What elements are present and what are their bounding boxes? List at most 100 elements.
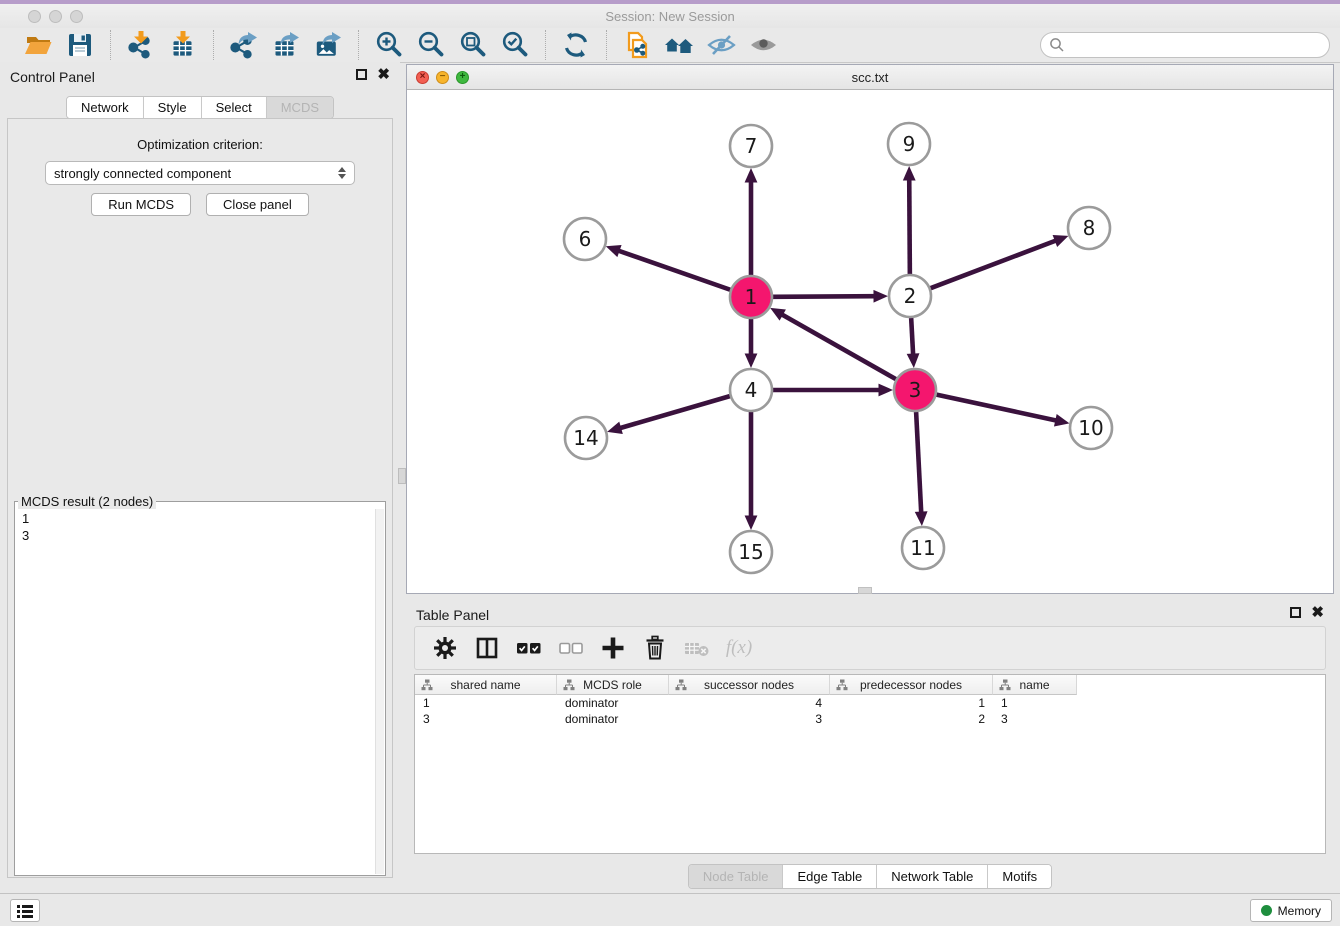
zoom-fit-button[interactable] xyxy=(452,29,494,61)
first-neighbors-icon xyxy=(664,30,694,60)
delete-columns-icon xyxy=(640,633,670,663)
tab-network[interactable]: Network xyxy=(67,97,144,118)
show-all-columns-button[interactable] xyxy=(511,630,547,666)
search-container xyxy=(1040,32,1330,58)
refresh-layout-button[interactable] xyxy=(555,29,597,61)
open-file-button[interactable] xyxy=(17,29,59,61)
export-image-button[interactable] xyxy=(307,29,349,61)
zoom-out-icon xyxy=(416,30,446,60)
vertical-splitter-handle[interactable] xyxy=(398,468,406,484)
float-table-panel-icon[interactable] xyxy=(1290,607,1301,618)
graph-node-label-3: 3 xyxy=(909,378,922,402)
edge-arrowhead-icon xyxy=(915,511,928,526)
network-window-titlebar: × − + scc.txt xyxy=(407,65,1333,90)
toolbar-group xyxy=(214,30,359,60)
create-column-button[interactable] xyxy=(595,630,631,666)
export-table-button[interactable] xyxy=(265,29,307,61)
table-cell: 1 xyxy=(415,695,557,711)
column-header-label: name xyxy=(1019,678,1049,692)
export-network-button[interactable] xyxy=(223,29,265,61)
show-all-icon xyxy=(748,30,778,60)
criterion-value: strongly connected component xyxy=(54,166,231,181)
mcds-result-node: 3 xyxy=(22,527,385,544)
import-network-button[interactable] xyxy=(120,29,162,61)
graph-node-label-11: 11 xyxy=(910,536,935,560)
memory-button[interactable]: Memory xyxy=(1250,899,1332,922)
graph-edge-2-3[interactable] xyxy=(911,318,913,356)
show-all-columns-icon xyxy=(514,633,544,663)
edge-arrowhead-icon xyxy=(606,245,622,257)
graph-node-label-7: 7 xyxy=(745,134,758,158)
hide-selected-button[interactable] xyxy=(700,29,742,61)
tab-node-table[interactable]: Node Table xyxy=(689,865,784,888)
tab-mcds[interactable]: MCDS xyxy=(267,97,333,118)
task-history-button[interactable] xyxy=(10,899,40,922)
tab-style[interactable]: Style xyxy=(144,97,202,118)
close-table-panel-icon[interactable]: ✖ xyxy=(1311,607,1324,618)
column-layout-button[interactable] xyxy=(469,630,505,666)
graph-edge-1-6[interactable] xyxy=(618,250,731,289)
edge-arrowhead-icon xyxy=(745,354,758,369)
run-mcds-button[interactable]: Run MCDS xyxy=(91,193,191,216)
save-session-button[interactable] xyxy=(59,29,101,61)
column-header-shared-name[interactable]: shared name xyxy=(415,675,557,695)
zoom-fit-icon xyxy=(458,30,488,60)
graph-node-label-8: 8 xyxy=(1083,216,1096,240)
hide-selected-icon xyxy=(706,30,736,60)
zoom-selected-button[interactable] xyxy=(494,29,536,61)
search-input[interactable] xyxy=(1040,32,1330,58)
close-panel-icon[interactable]: ✖ xyxy=(377,69,390,80)
graph-edge-2-8[interactable] xyxy=(931,240,1057,288)
tab-network-table[interactable]: Network Table xyxy=(877,865,988,888)
graph-edge-3-11[interactable] xyxy=(916,412,921,514)
edge-arrowhead-icon xyxy=(907,353,920,368)
table-row[interactable]: 1dominator411 xyxy=(415,695,1325,711)
column-header-predecessor-nodes[interactable]: predecessor nodes xyxy=(830,675,993,695)
tab-edge-table[interactable]: Edge Table xyxy=(783,865,877,888)
edge-arrowhead-icon xyxy=(1053,235,1069,247)
horizontal-splitter-handle[interactable] xyxy=(858,587,872,594)
control-panel-title: Control Panel xyxy=(10,69,95,85)
zoom-out-button[interactable] xyxy=(410,29,452,61)
tab-select[interactable]: Select xyxy=(202,97,267,118)
mcds-tab-content: Optimization criterion: strongly connect… xyxy=(7,118,393,878)
table-cell: 1 xyxy=(993,695,1077,711)
node-table: shared nameMCDS rolesuccessor nodes prede… xyxy=(414,674,1326,854)
zoom-in-button[interactable] xyxy=(368,29,410,61)
edge-arrowhead-icon xyxy=(745,168,758,183)
table-cell: dominator xyxy=(557,695,669,711)
graph-edge-3-10[interactable] xyxy=(937,395,1058,421)
clone-network-button[interactable] xyxy=(616,29,658,61)
column-header-label: predecessor nodes xyxy=(860,678,962,692)
first-neighbors-button[interactable] xyxy=(658,29,700,61)
graph-edge-2-9[interactable] xyxy=(909,178,910,274)
main-toolbar xyxy=(0,28,1340,63)
column-header-name[interactable]: name xyxy=(993,675,1077,695)
network-canvas[interactable]: 7968124314101511 xyxy=(407,90,1333,593)
column-type-icon xyxy=(836,679,848,691)
column-header-successor-nodes[interactable]: successor nodes xyxy=(669,675,830,695)
table-toolbar: f(x) xyxy=(414,626,1326,670)
task-list-icon xyxy=(16,903,34,919)
criterion-dropdown[interactable]: strongly connected component xyxy=(45,161,355,185)
table-row[interactable]: 3dominator323 xyxy=(415,711,1325,727)
toolbar-groups xyxy=(8,30,793,60)
show-all-button[interactable] xyxy=(742,29,784,61)
column-header-MCDS-role[interactable]: MCDS role xyxy=(557,675,669,695)
tab-motifs[interactable]: Motifs xyxy=(988,865,1051,888)
result-scrollbar[interactable] xyxy=(375,509,384,874)
column-type-icon xyxy=(999,679,1011,691)
import-table-button[interactable] xyxy=(162,29,204,61)
delete-columns-button[interactable] xyxy=(637,630,673,666)
graph-edge-1-2[interactable] xyxy=(773,296,876,297)
table-body: 1dominator4113dominator323 xyxy=(415,695,1325,727)
graph-edge-3-1[interactable] xyxy=(781,314,896,379)
close-panel-button[interactable]: Close panel xyxy=(206,193,309,216)
hide-all-columns-button[interactable] xyxy=(553,630,589,666)
main-titlebar: Session: New Session xyxy=(0,4,1340,28)
table-settings-button[interactable] xyxy=(427,630,463,666)
export-table-icon xyxy=(271,30,301,60)
table-panel-title: Table Panel xyxy=(416,607,489,623)
graph-edge-4-14[interactable] xyxy=(619,396,730,428)
float-panel-icon[interactable] xyxy=(356,69,367,80)
